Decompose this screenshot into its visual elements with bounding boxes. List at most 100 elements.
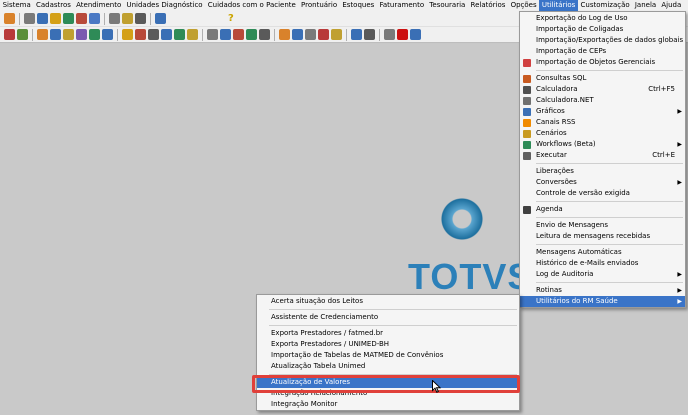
toolbar-button-icon[interactable] xyxy=(89,29,100,40)
menu-item-agenda[interactable]: Agenda xyxy=(520,204,685,215)
toolbar-button-icon[interactable] xyxy=(37,29,48,40)
toolbar-button-icon[interactable] xyxy=(410,29,421,40)
menu-customizacao[interactable]: Customização xyxy=(578,0,632,11)
menu-item-exporta-prestadores-fatmed-br[interactable]: Exporta Prestadores / fatmed.br xyxy=(257,328,519,339)
toolbar-button-icon[interactable] xyxy=(207,29,218,40)
menu-item-importacao-de-tabelas-de-matmed-de-convenios[interactable]: Importação de Tabelas de MATMED de Convê… xyxy=(257,350,519,361)
menu-unidades-diagnostico[interactable]: Unidades Diagnóstico xyxy=(124,0,205,11)
menu-item-executar[interactable]: Executar Ctrl+E xyxy=(520,150,685,161)
menu-item-historico-de-e-mails-enviados[interactable]: Histórico de e-Mails enviados xyxy=(520,258,685,269)
menu-relatorios[interactable]: Relatórios xyxy=(468,0,508,11)
menu-item-exportacao-do-log-de-uso[interactable]: Exportação do Log de Uso xyxy=(520,13,685,24)
menu-item-integracao-monitor[interactable]: Integração Monitor xyxy=(257,399,519,410)
toolbar-button-icon[interactable] xyxy=(397,29,408,40)
menu-item-liberacoes[interactable]: Liberações xyxy=(520,166,685,177)
toolbar-button-icon[interactable] xyxy=(76,29,87,40)
toolbar-button-icon[interactable] xyxy=(259,29,270,40)
toolbar-separator xyxy=(274,28,275,41)
menu-item-acerta-situacao-dos-leitos[interactable]: Acerta situação dos Leitos xyxy=(257,296,519,307)
menu-item-calculadora[interactable]: Calculadora Ctrl+F5 xyxy=(520,84,685,95)
scenario-icon xyxy=(523,130,531,138)
menu-item-canais-rss[interactable]: Canais RSS xyxy=(520,117,685,128)
toolbar-button-icon[interactable] xyxy=(76,13,87,24)
toolbar-button-icon[interactable] xyxy=(161,29,172,40)
help-icon[interactable]: ? xyxy=(228,13,234,24)
menu-estoques[interactable]: Estoques xyxy=(340,0,377,11)
toolbar-button-icon[interactable] xyxy=(292,29,303,40)
submenu-arrow-icon: ▶ xyxy=(677,108,682,115)
toolbar-button-icon[interactable] xyxy=(246,29,257,40)
toolbar-button-icon[interactable] xyxy=(63,29,74,40)
menu-item-importacao-exportacoes-de-dados-globais[interactable]: Importação/Exportações de dados globais xyxy=(520,35,685,46)
menu-opcoes[interactable]: Opções xyxy=(508,0,539,11)
menu-ajuda[interactable]: Ajuda xyxy=(659,0,684,11)
toolbar-button-icon[interactable] xyxy=(155,13,166,24)
toolbar-button-icon[interactable] xyxy=(50,13,61,24)
menu-prontuario[interactable]: Prontuário xyxy=(298,0,339,11)
toolbar-button-icon[interactable] xyxy=(37,13,48,24)
menu-item-label: Workflows (Beta) xyxy=(536,140,596,148)
toolbar-button-icon[interactable] xyxy=(148,29,159,40)
toolbar-button-icon[interactable] xyxy=(122,13,133,24)
menu-item-consultas-sql[interactable]: Consultas SQL xyxy=(520,73,685,84)
toolbar-button-icon[interactable] xyxy=(135,29,146,40)
toolbar-button-icon[interactable] xyxy=(63,13,74,24)
menu-item-leitura-de-mensagens-recebidas[interactable]: Leitura de mensagens recebidas xyxy=(520,231,685,242)
menu-item-workflows-beta[interactable]: Workflows (Beta) ▶ xyxy=(520,139,685,150)
toolbar-button-icon[interactable] xyxy=(50,29,61,40)
toolbar-button-icon[interactable] xyxy=(279,29,290,40)
menu-item-label: Mensagens Automáticas xyxy=(536,248,622,256)
menu-item-assistente-de-credenciamento[interactable]: Assistente de Credenciamento xyxy=(257,312,519,323)
menu-item-conversoes[interactable]: Conversões ▶ xyxy=(520,177,685,188)
menu-item-rotinas[interactable]: Rotinas ▶ xyxy=(520,285,685,296)
menu-cuidados-com-o-paciente[interactable]: Cuidados com o Paciente xyxy=(205,0,298,11)
menu-atendimento[interactable]: Atendimento xyxy=(74,0,124,11)
menu-item-importacao-de-objetos-gerenciais[interactable]: Importação de Objetos Gerenciais xyxy=(520,57,685,68)
toolbar-button-icon[interactable] xyxy=(122,29,133,40)
menu-item-controle-de-versao-exigida[interactable]: Controle de versão exigida xyxy=(520,188,685,199)
toolbar-button-icon[interactable] xyxy=(109,13,120,24)
menu-item-log-de-auditoria[interactable]: Log de Auditoria ▶ xyxy=(520,269,685,280)
submenu-arrow-icon: ▶ xyxy=(677,179,682,186)
agenda-icon xyxy=(523,206,531,214)
toolbar-button-icon[interactable] xyxy=(364,29,375,40)
toolbar-button-icon[interactable] xyxy=(318,29,329,40)
menu-item-graficos[interactable]: Gráficos ▶ xyxy=(520,106,685,117)
toolbar-button-icon[interactable] xyxy=(102,29,113,40)
menu-item-label: Exportação do Log de Uso xyxy=(536,14,628,22)
menu-faturamento[interactable]: Faturamento xyxy=(377,0,427,11)
toolbar-button-icon[interactable] xyxy=(89,13,100,24)
menu-item-cenarios[interactable]: Cenários xyxy=(520,128,685,139)
toolbar-button-icon[interactable] xyxy=(351,29,362,40)
menu-item-importacao-de-coligadas[interactable]: Importação de Coligadas xyxy=(520,24,685,35)
menu-shortcut: Ctrl+F5 xyxy=(648,85,675,93)
menu-item-atualizacao-tabela-unimed[interactable]: Atualização Tabela Unimed xyxy=(257,361,519,372)
menu-janela[interactable]: Janela xyxy=(632,0,659,11)
menu-item-calculadora-net[interactable]: Calculadora.NET xyxy=(520,95,685,106)
menu-item-label: Liberações xyxy=(536,167,574,175)
menu-sistema[interactable]: Sistema xyxy=(0,0,33,11)
toolbar-button-icon[interactable] xyxy=(4,13,15,24)
toolbar-button-icon[interactable] xyxy=(331,29,342,40)
menu-utilitarios[interactable]: Utilitários xyxy=(539,0,578,11)
toolbar-button-icon[interactable] xyxy=(384,29,395,40)
menu-item-envio-de-mensagens[interactable]: Envio de Mensagens xyxy=(520,220,685,231)
menu-item-utilitarios-do-rm-saude[interactable]: Utilitários do RM Saúde ▶ xyxy=(520,296,685,307)
toolbar-button-icon[interactable] xyxy=(305,29,316,40)
menu-divider xyxy=(536,217,683,218)
menu-item-label: Calculadora.NET xyxy=(536,96,594,104)
toolbar-button-icon[interactable] xyxy=(233,29,244,40)
toolbar-button-icon[interactable] xyxy=(220,29,231,40)
menu-tesouraria[interactable]: Tesouraria xyxy=(427,0,468,11)
toolbar-button-icon[interactable] xyxy=(24,13,35,24)
toolbar-button-icon[interactable] xyxy=(135,13,146,24)
menu-item-mensagens-automaticas[interactable]: Mensagens Automáticas xyxy=(520,247,685,258)
toolbar-button-icon[interactable] xyxy=(4,29,15,40)
menu-cadastros[interactable]: Cadastros xyxy=(33,0,73,11)
toolbar-button-icon[interactable] xyxy=(17,29,28,40)
menu-item-exporta-prestadores-unimed-bh[interactable]: Exporta Prestadores / UNIMED-BH xyxy=(257,339,519,350)
menu-item-label: Leitura de mensagens recebidas xyxy=(536,232,651,240)
menu-item-importacao-de-ceps[interactable]: Importação de CEPs xyxy=(520,46,685,57)
toolbar-button-icon[interactable] xyxy=(187,29,198,40)
toolbar-button-icon[interactable] xyxy=(174,29,185,40)
